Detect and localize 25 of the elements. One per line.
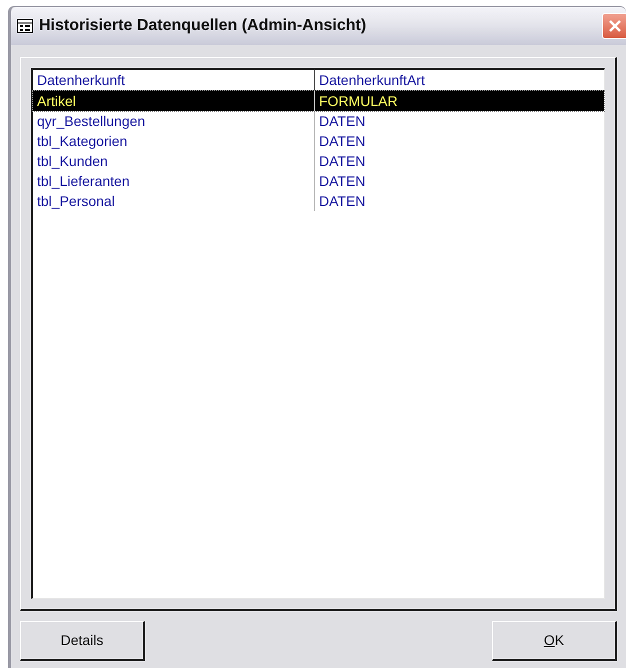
table-cell-text: DATEN: [318, 172, 366, 191]
table-cell-text: FORMULAR: [318, 92, 399, 111]
close-button[interactable]: [602, 13, 626, 39]
list-row[interactable]: tbl_Personal DATEN: [33, 191, 604, 211]
dialog-button[interactable]: Details: [20, 621, 145, 661]
form-icon: [17, 19, 33, 33]
column-header[interactable]: DatenherkunftArt: [315, 70, 604, 90]
table-cell: tbl_Personal: [33, 191, 315, 211]
table-cell-text: DATEN: [318, 192, 366, 211]
list-row[interactable]: tbl_Kategorien DATEN: [33, 131, 604, 151]
table-cell: tbl_Kategorien: [33, 131, 315, 151]
list-row[interactable]: qyr_Bestellungen DATEN: [33, 111, 604, 131]
table-cell-text: DATEN: [318, 152, 366, 171]
close-icon: [608, 19, 622, 33]
table-cell-text: DATEN: [318, 132, 366, 151]
list-row[interactable]: tbl_Lieferanten DATEN: [33, 171, 604, 191]
table-cell-text: DATEN: [318, 112, 366, 131]
table-cell: tbl_Lieferanten: [33, 171, 315, 191]
dialog-button[interactable]: OK: [492, 621, 617, 661]
table-cell: Artikel: [33, 91, 315, 111]
list-row[interactable]: Artikel FORMULAR: [33, 91, 604, 111]
table-cell: qyr_Bestellungen: [33, 111, 315, 131]
window-title: Historisierte Datenquellen (Admin-Ansicht): [39, 16, 368, 36]
list-row[interactable]: tbl_Kunden DATEN: [33, 151, 604, 171]
table-cell: tbl_Kunden: [33, 151, 315, 171]
